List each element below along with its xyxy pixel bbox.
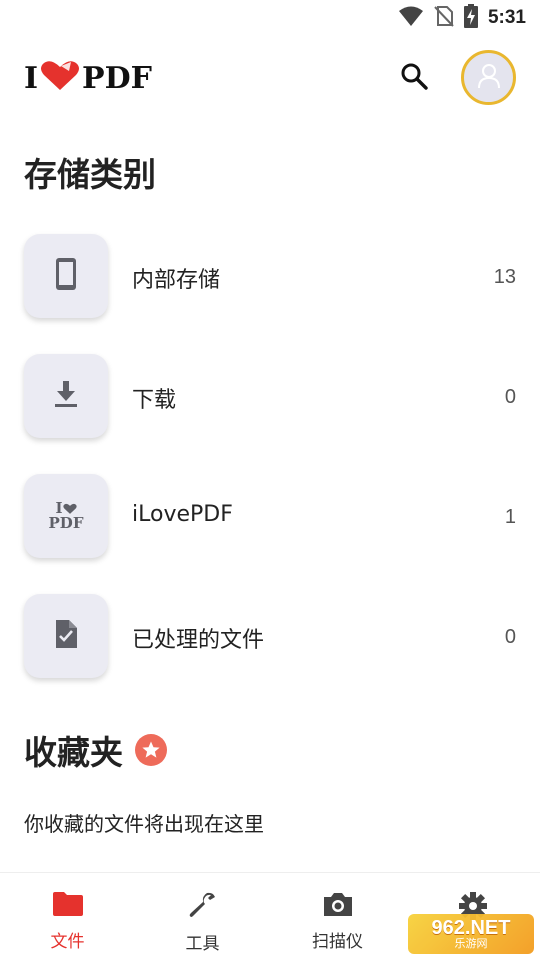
logo-text-i: I xyxy=(24,60,39,96)
star-icon xyxy=(135,734,167,766)
storage-item-count: 0 xyxy=(504,626,516,648)
storage-item-processed[interactable]: 已处理的文件 0 xyxy=(0,592,540,712)
status-icons: 5:31 xyxy=(398,4,526,32)
storage-list: 内部存储 13 下载 0 I PDF iLovePDF 1 已处理的文件 0 xyxy=(0,232,540,712)
favorites-empty-text: 你收藏的文件将出现在这里 xyxy=(24,812,264,836)
download-icon xyxy=(54,380,78,412)
storage-item-downloads[interactable]: 下载 0 xyxy=(0,352,540,472)
heart-icon xyxy=(40,60,80,96)
logo-text-pdf: PDF xyxy=(82,60,152,96)
ilovepdf-logo[interactable]: I PDF xyxy=(24,58,152,98)
search-button[interactable] xyxy=(394,58,434,98)
watermark-logo: 962.NET 乐游网 xyxy=(408,914,534,954)
storage-item-label: 内部存储 xyxy=(132,268,221,293)
status-time: 5:31 xyxy=(487,7,526,28)
storage-tile: I PDF xyxy=(24,474,108,558)
user-icon xyxy=(477,63,501,93)
battery-charging-icon xyxy=(463,4,478,32)
storage-item-label: iLovePDF xyxy=(132,502,233,527)
nav-label: 文件 xyxy=(50,932,85,952)
storage-item-count: 1 xyxy=(504,506,516,528)
search-icon xyxy=(400,62,428,94)
avatar[interactable] xyxy=(461,50,516,105)
watermark-sub-text: 乐游网 xyxy=(454,937,488,950)
storage-item-count: 13 xyxy=(493,266,516,288)
storage-item-count: 0 xyxy=(504,386,516,408)
file-check-icon xyxy=(54,619,78,653)
no-sim-icon xyxy=(434,5,454,31)
storage-item-label: 已处理的文件 xyxy=(132,628,265,653)
storage-item-label: 下载 xyxy=(132,388,177,413)
nav-tools[interactable]: 工具 xyxy=(135,873,270,960)
nav-label: 扫描仪 xyxy=(312,932,363,952)
folder-icon xyxy=(52,891,84,921)
phone-icon xyxy=(55,257,77,295)
ilovepdf-icon-pdf: PDF xyxy=(48,514,84,532)
app-bar: I PDF xyxy=(0,46,540,110)
wrench-icon xyxy=(189,891,217,923)
storage-item-ilovepdf[interactable]: I PDF iLovePDF 1 xyxy=(0,472,540,592)
camera-icon xyxy=(322,891,354,921)
nav-files[interactable]: 文件 xyxy=(0,873,135,960)
status-bar: 5:31 xyxy=(0,0,540,36)
ilovepdf-logo-icon: I PDF xyxy=(49,501,84,531)
nav-scanner[interactable]: 扫描仪 xyxy=(270,873,405,960)
storage-item-internal[interactable]: 内部存储 13 xyxy=(0,232,540,352)
watermark-main-text: 962.NET xyxy=(431,917,511,939)
nav-label: 工具 xyxy=(185,934,220,954)
storage-tile xyxy=(24,234,108,318)
storage-tile xyxy=(24,354,108,438)
favorites-title: 收藏夹 xyxy=(24,733,123,772)
storage-tile xyxy=(24,594,108,678)
favorites-header: 收藏夹 xyxy=(24,726,167,774)
storage-section-title: 存储类别 xyxy=(24,155,156,194)
wifi-icon xyxy=(398,5,424,31)
